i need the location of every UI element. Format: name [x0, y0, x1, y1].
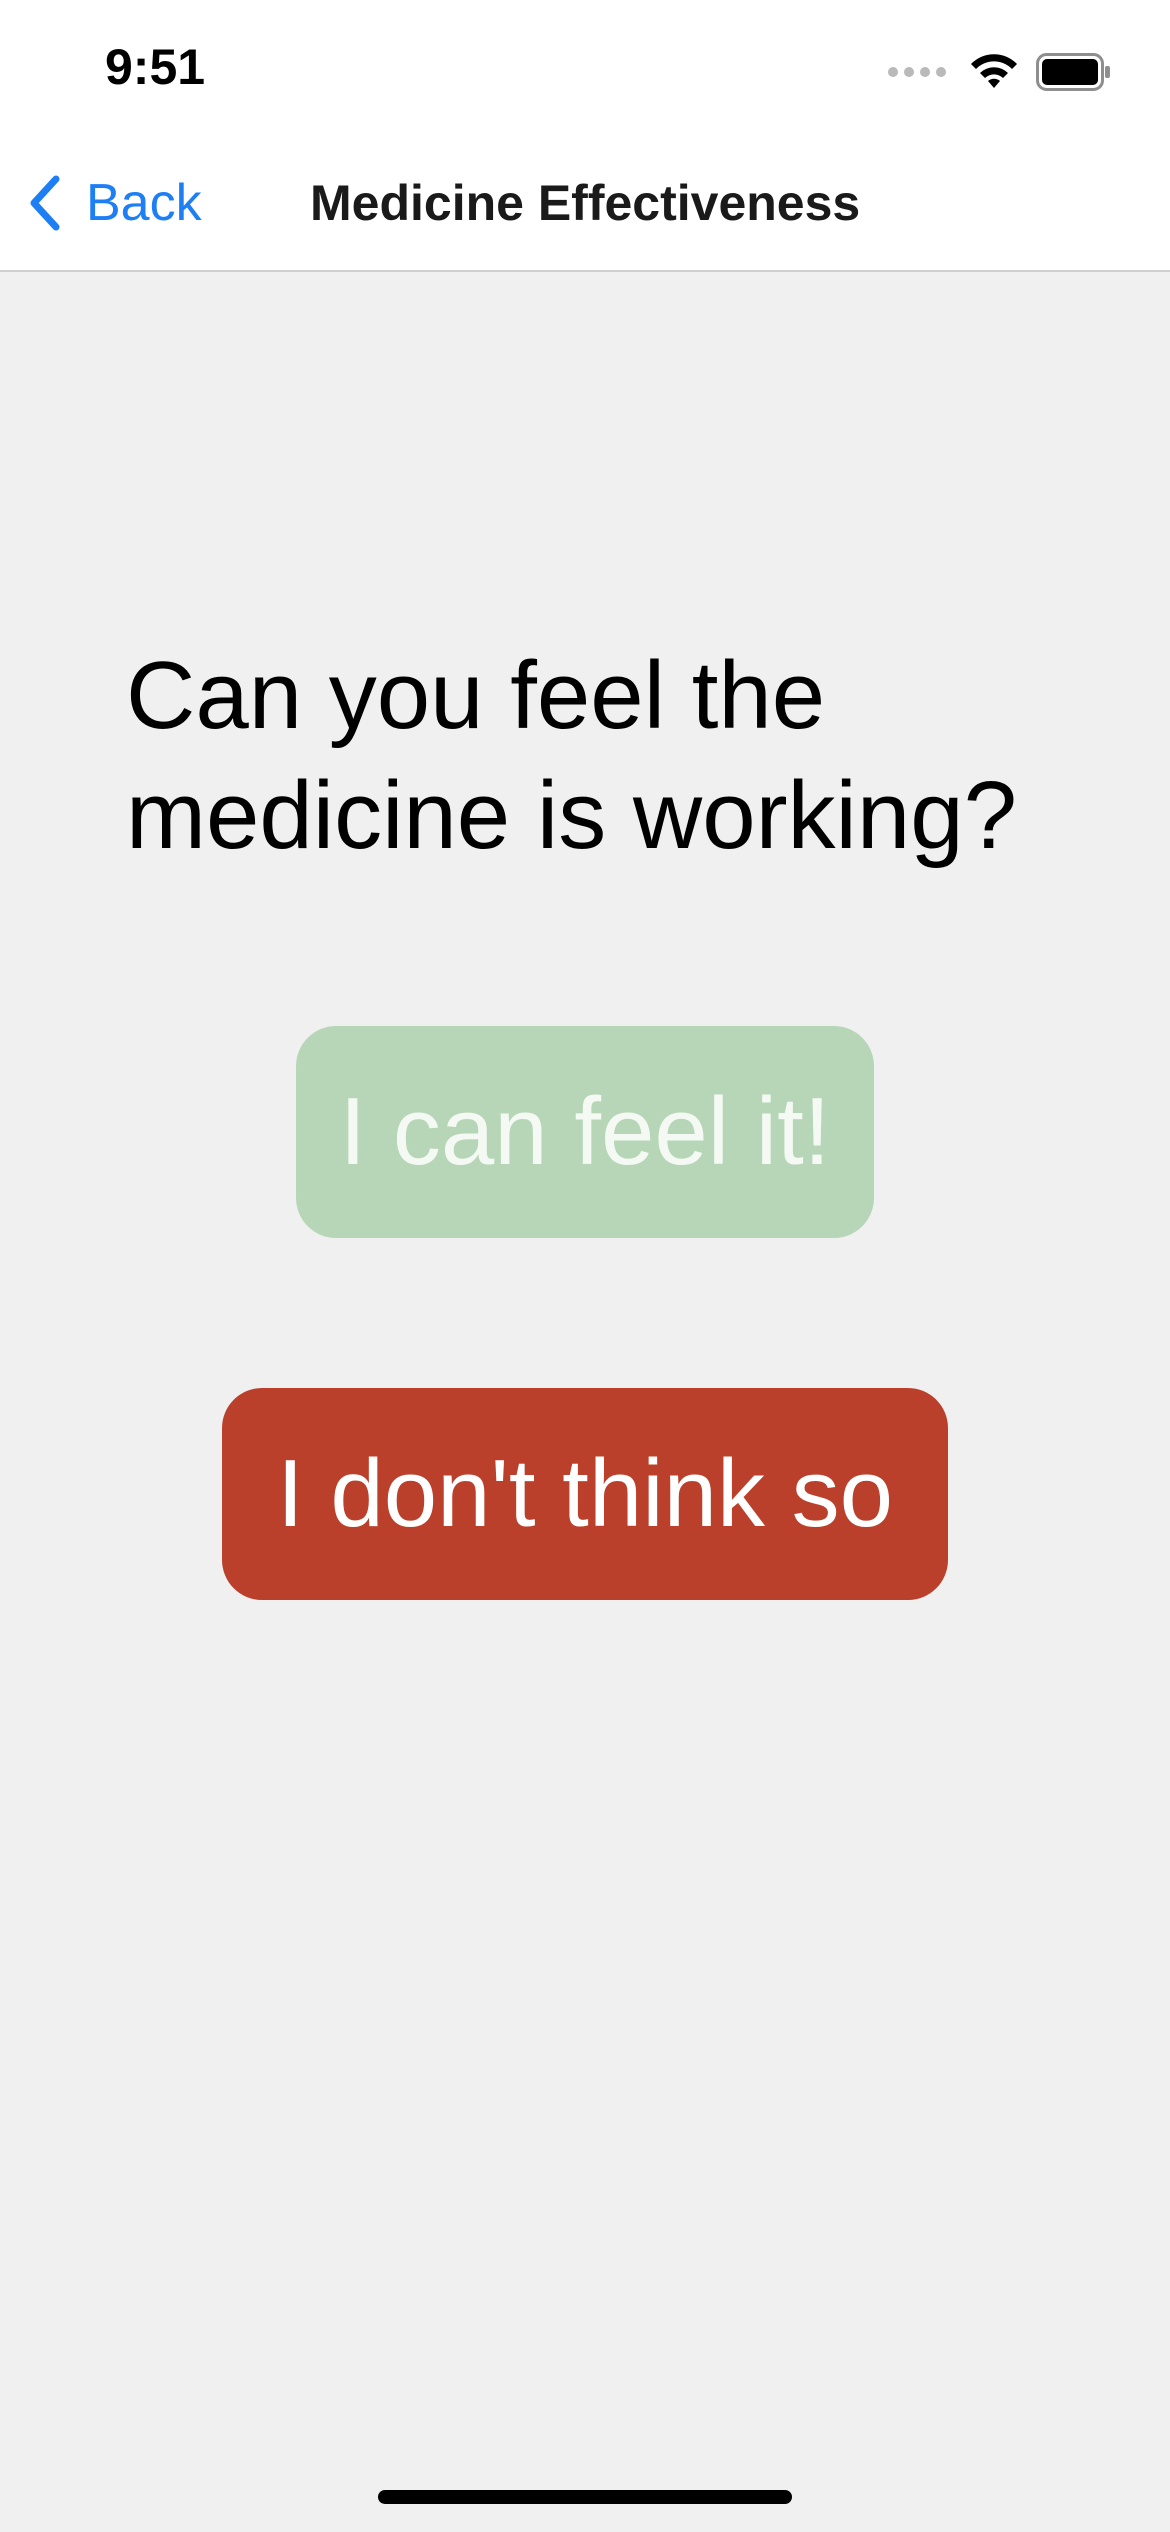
status-time: 9:51: [105, 39, 206, 95]
back-button-label: Back: [86, 174, 202, 232]
back-button[interactable]: Back: [26, 168, 202, 238]
chevron-left-icon: [30, 175, 60, 231]
cellular-signal-icon: [888, 67, 946, 77]
status-icons: [888, 52, 1112, 92]
battery-icon: [1036, 53, 1112, 91]
wifi-icon: [968, 52, 1020, 92]
dont-think-so-button[interactable]: I don't think so: [222, 1388, 948, 1600]
home-indicator[interactable]: [378, 2490, 792, 2504]
top-chrome: 9:51 Back Medicine Effectiveness: [0, 0, 1170, 272]
page-title: Medicine Effectiveness: [310, 175, 861, 231]
question-text: Can you feel the medicine is working?: [126, 642, 1018, 869]
can-feel-it-button[interactable]: I can feel it!: [296, 1026, 874, 1238]
